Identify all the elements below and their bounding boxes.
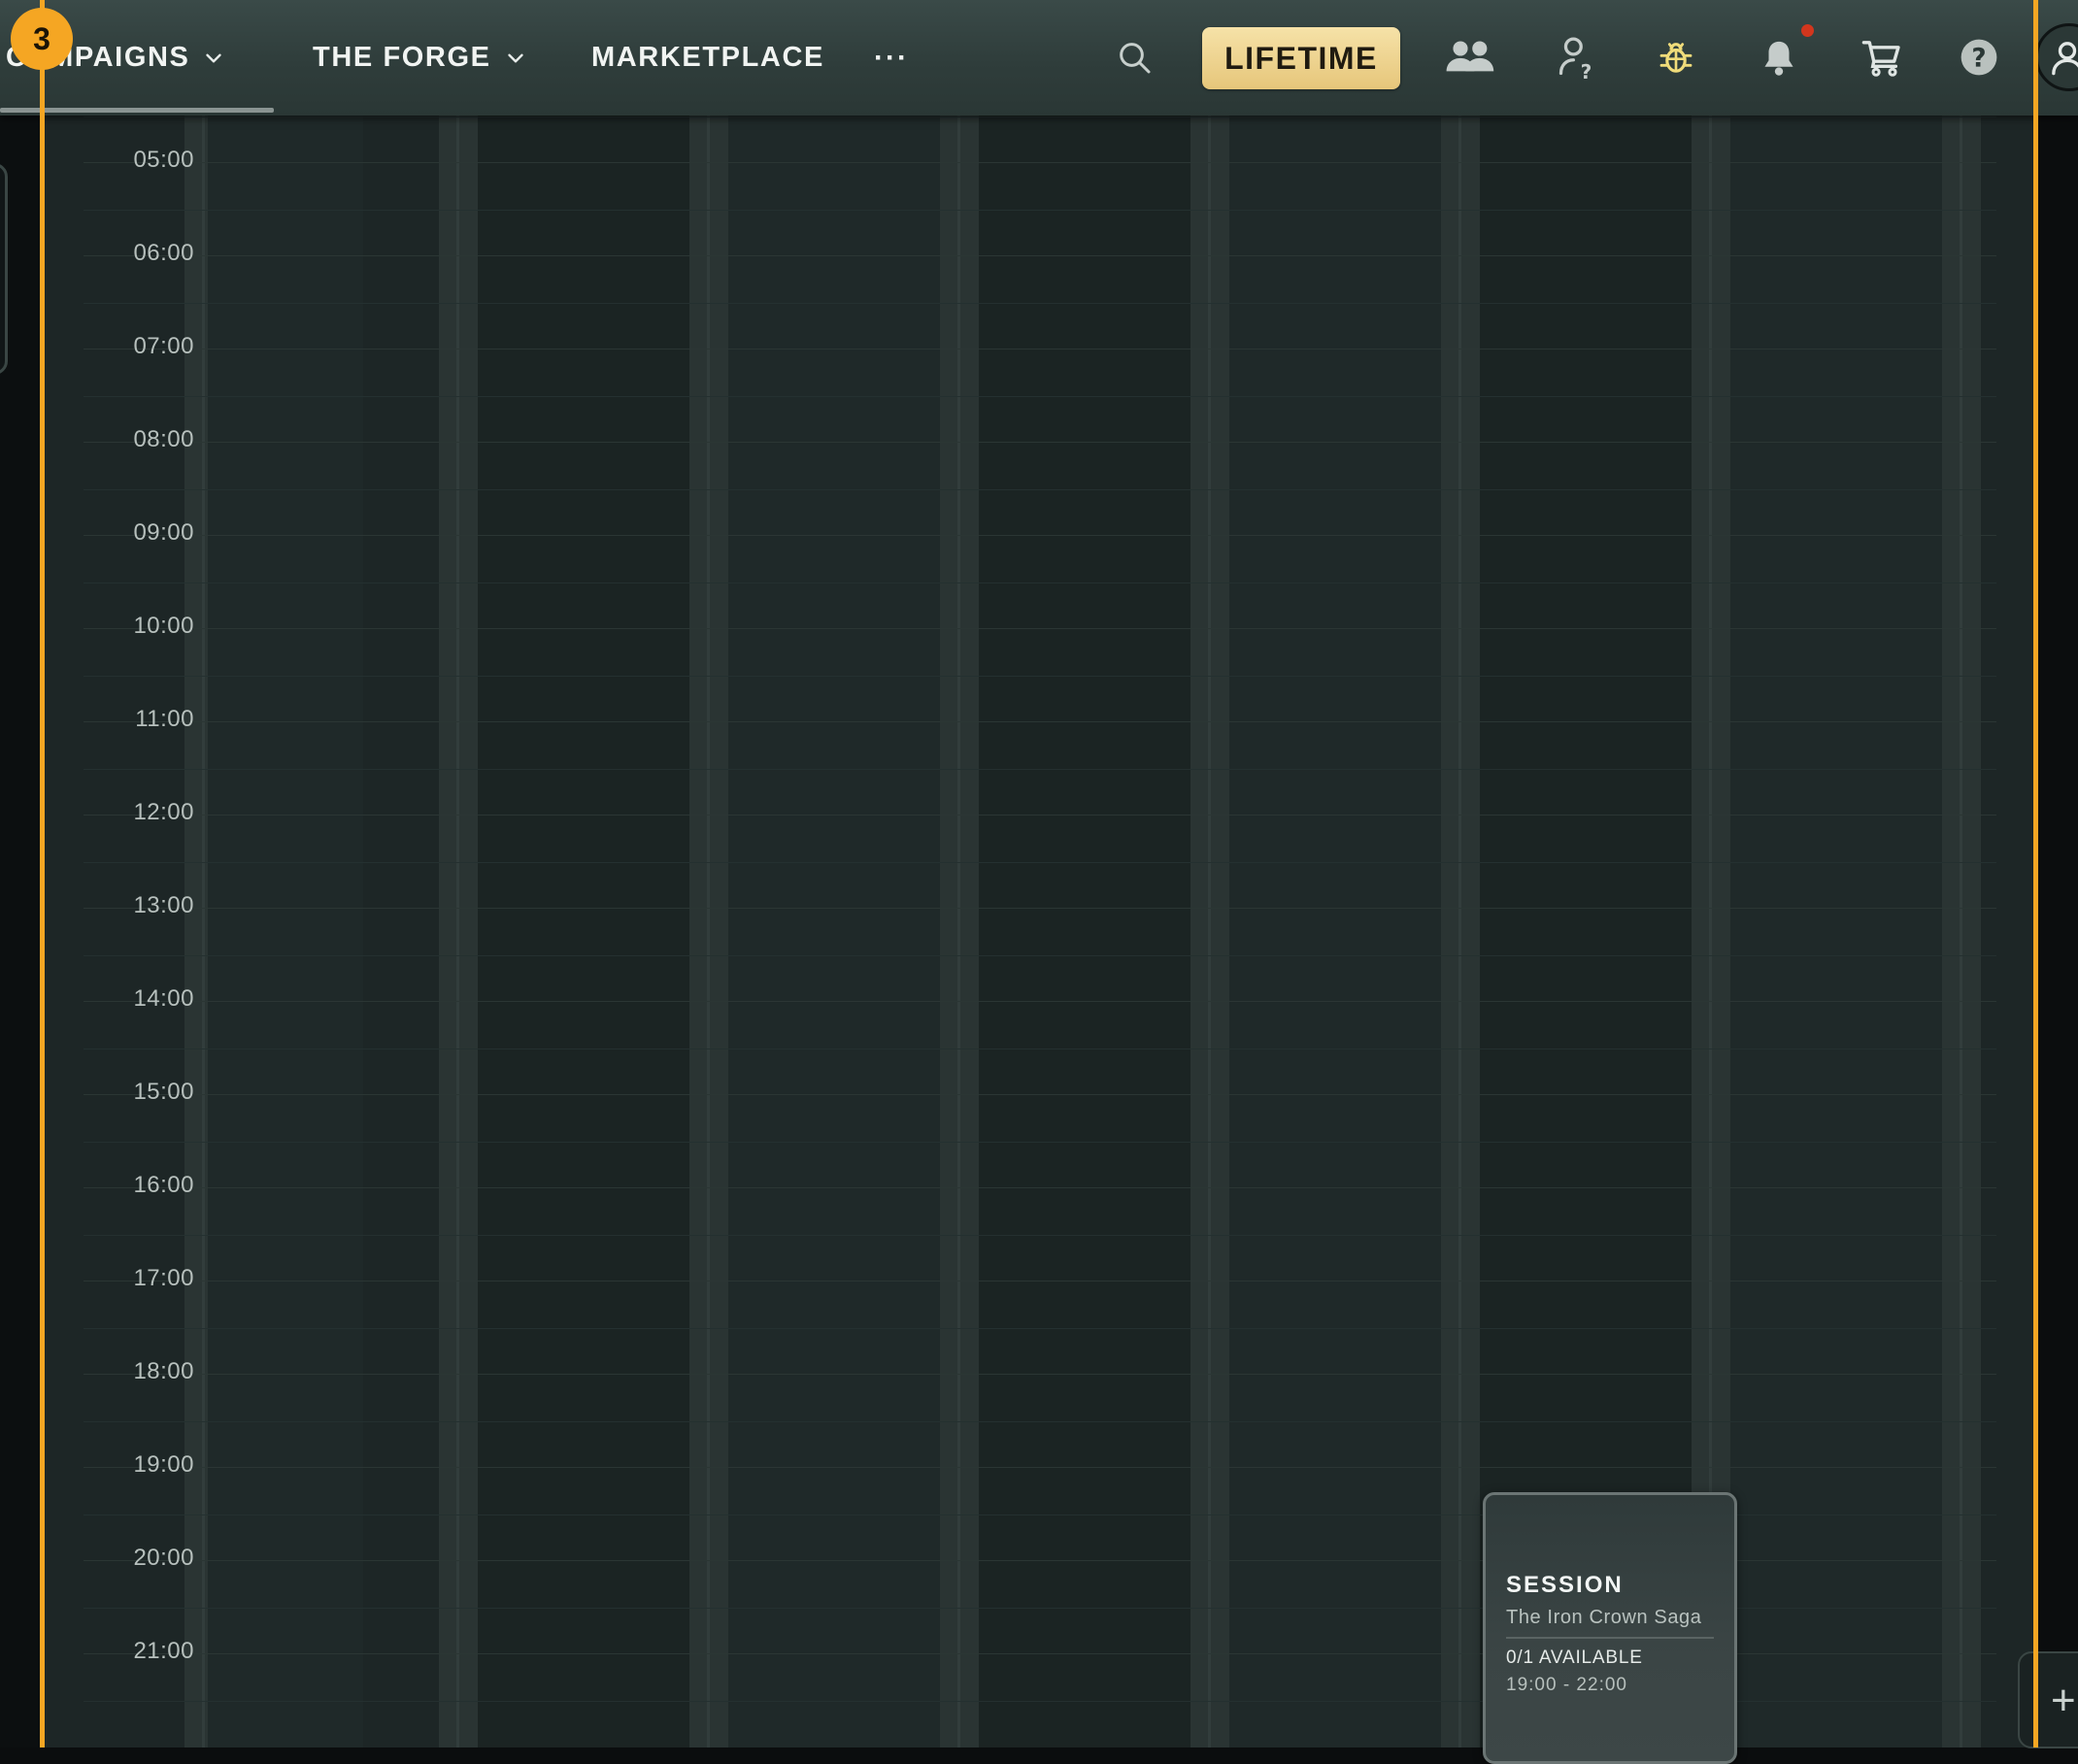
- time-slot-row[interactable]: [84, 908, 1996, 1001]
- nav-marketplace[interactable]: MARKETPLACE: [591, 0, 824, 116]
- time-slot-row[interactable]: [84, 1001, 1996, 1094]
- cart-icon: [1860, 37, 1903, 78]
- time-slot-row[interactable]: [84, 1094, 1996, 1187]
- time-slot-row[interactable]: [84, 255, 1996, 349]
- time-slot-row[interactable]: [84, 116, 1996, 162]
- time-label: 17:00: [133, 1265, 194, 1291]
- time-slot-row[interactable]: [84, 721, 1996, 815]
- lifetime-badge[interactable]: LIFETIME: [1202, 27, 1400, 89]
- nav-marketplace-label: MARKETPLACE: [591, 42, 824, 73]
- time-label: 20:00: [133, 1545, 194, 1571]
- time-slot-row[interactable]: [84, 1281, 1996, 1374]
- time-slot-row[interactable]: [84, 442, 1996, 535]
- nav-the-forge[interactable]: THE FORGE: [313, 0, 528, 116]
- time-slot-row[interactable]: [84, 349, 1996, 442]
- tutorial-highlight-border-right: [2033, 0, 2038, 1747]
- notification-indicator: [1801, 24, 1814, 37]
- tutorial-highlight-border-left: [40, 0, 45, 1747]
- lifetime-label: LIFETIME: [1224, 40, 1378, 76]
- time-slot-row[interactable]: [84, 1187, 1996, 1281]
- side-panel-edge[interactable]: [0, 163, 8, 375]
- event-campaign-name: The Iron Crown Saga: [1506, 1607, 1702, 1628]
- bug-report-button[interactable]: [1642, 23, 1710, 91]
- time-slot-row[interactable]: [84, 628, 1996, 721]
- chevron-down-icon: [201, 46, 226, 71]
- event-time-range: 19:00 - 22:00: [1506, 1675, 1627, 1695]
- cart-button[interactable]: [1848, 23, 1916, 91]
- time-label: 07:00: [133, 333, 194, 359]
- time-label: 10:00: [133, 613, 194, 639]
- event-availability: 0/1 AVAILABLE: [1506, 1648, 1643, 1668]
- session-event-card[interactable]: SESSION The Iron Crown Saga 0/1 AVAILABL…: [1483, 1492, 1737, 1764]
- tutorial-step-badge: 3: [11, 8, 73, 70]
- time-label: 18:00: [133, 1358, 194, 1384]
- time-label: 11:00: [135, 706, 194, 732]
- search-button[interactable]: [1100, 23, 1168, 91]
- help-icon: ?: [1959, 37, 1999, 78]
- bug-icon: [1657, 38, 1695, 77]
- time-label: 19:00: [133, 1451, 194, 1478]
- avatar-icon: [2048, 38, 2078, 77]
- time-label: 16:00: [133, 1172, 194, 1198]
- search-icon: [1115, 38, 1154, 77]
- nav-forge-label: THE FORGE: [313, 42, 491, 73]
- event-divider: [1506, 1637, 1714, 1639]
- event-type-label: SESSION: [1506, 1572, 1624, 1598]
- time-label: 15:00: [133, 1079, 194, 1105]
- time-label: 21:00: [133, 1638, 194, 1664]
- svg-text:?: ?: [1971, 45, 1986, 74]
- help-button[interactable]: ?: [1945, 23, 2013, 91]
- user-help-button[interactable]: ?: [1543, 23, 1611, 91]
- user-help-icon: ?: [1556, 34, 1598, 81]
- time-slot-row[interactable]: [84, 535, 1996, 628]
- svg-text:?: ?: [1581, 60, 1592, 81]
- friends-button[interactable]: [1435, 23, 1503, 91]
- chevron-down-icon: [503, 46, 528, 71]
- time-label: 06:00: [133, 240, 194, 266]
- add-event-button[interactable]: +: [2018, 1651, 2078, 1748]
- time-label: 05:00: [133, 147, 194, 173]
- nav-more-menu[interactable]: ···: [874, 0, 909, 116]
- top-navigation-bar: CAMPAIGNS THE FORGE MARKETPLACE ··· LIFE…: [0, 0, 2078, 116]
- time-label: 13:00: [133, 892, 194, 918]
- time-slot-row[interactable]: [84, 815, 1996, 908]
- time-label: 09:00: [133, 519, 194, 546]
- time-label: 12:00: [133, 799, 194, 825]
- plus-icon: +: [2051, 1677, 2076, 1724]
- time-slot-row[interactable]: [84, 162, 1996, 255]
- time-slot-row[interactable]: [84, 1374, 1996, 1467]
- time-label: 14:00: [133, 985, 194, 1012]
- time-label: 08:00: [133, 426, 194, 452]
- friends-icon: [1443, 36, 1495, 79]
- more-icon: ···: [874, 41, 909, 74]
- bell-icon: [1760, 37, 1798, 78]
